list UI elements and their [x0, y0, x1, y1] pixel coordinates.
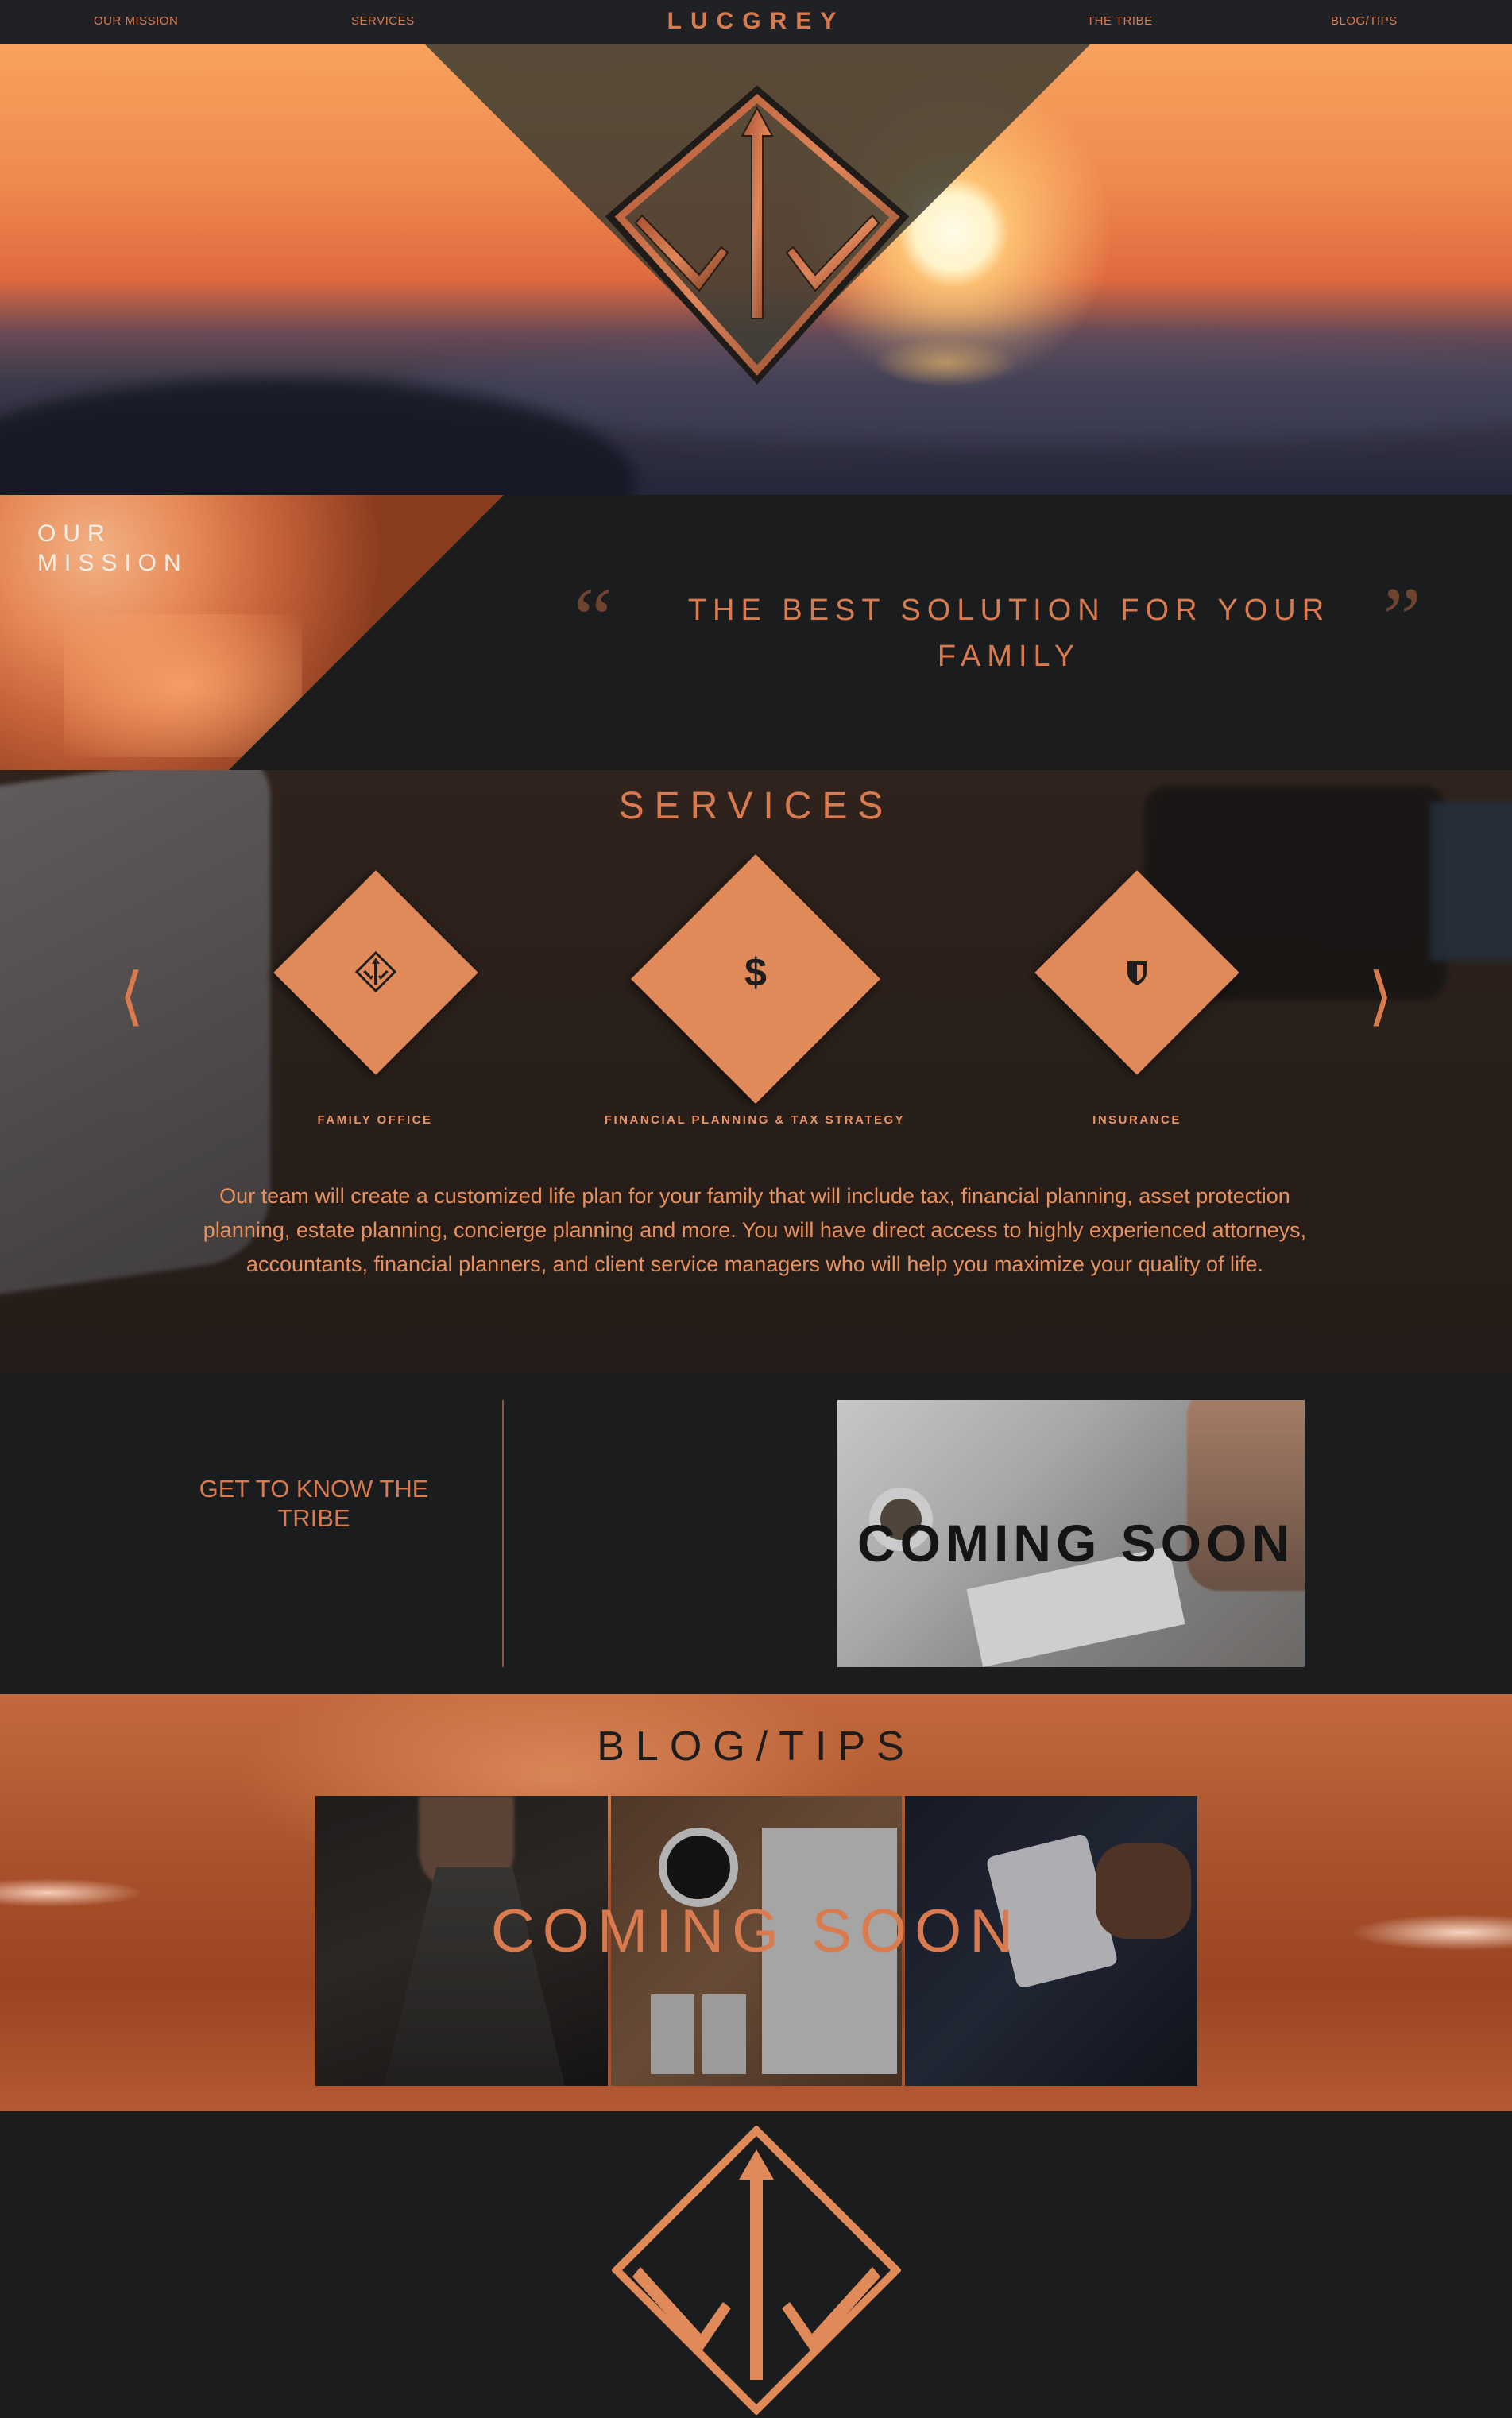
- blog-image-desk[interactable]: [611, 1796, 902, 2086]
- tribe-section: GET TO KNOW THE TRIBE COMING SOON: [0, 1374, 1512, 1694]
- blog-title: BLOG/TIPS: [597, 1724, 915, 1770]
- our-mission-section: OUR MISSION “ THE BEST SOLUTION FOR YOUR…: [0, 495, 1512, 770]
- brand-logo-text[interactable]: LUCGREY: [667, 8, 845, 34]
- shield-icon: [1121, 957, 1153, 988]
- section-divider: [502, 1400, 504, 1667]
- nav-blog-tips[interactable]: BLOG/TIPS: [1331, 14, 1398, 28]
- services-section: SERVICES ⟨ ⟩ FAMILY OFFICE $ FINANCIAL P…: [0, 770, 1512, 1374]
- mission-quote: THE BEST SOLUTION FOR YOUR FAMILY: [687, 594, 1331, 673]
- get-to-know-tribe-link[interactable]: GET TO KNOW THE TRIBE: [175, 1474, 453, 1533]
- close-quote-icon: ”: [1382, 570, 1421, 667]
- blog-photo-overlay-1: [315, 1796, 608, 2086]
- blog-photo-overlay-2: [611, 1796, 902, 2086]
- blog-tips-section: BLOG/TIPS COMING SOON: [0, 1694, 1512, 2111]
- open-quote-icon: “: [574, 570, 613, 667]
- service-label-family-office: FAMILY OFFICE: [317, 1113, 433, 1127]
- nav-services[interactable]: SERVICES: [351, 14, 415, 28]
- tribe-coming-soon-image: COMING SOON: [837, 1400, 1305, 1667]
- top-navigation: OUR MISSION SERVICES LUCGREY THE TRIBE B…: [0, 0, 1512, 44]
- carousel-next-arrow[interactable]: ⟩: [1368, 959, 1393, 1033]
- service-label-financial-planning: FINANCIAL PLANNING & TAX STRATEGY: [604, 1113, 906, 1127]
- hero-banner: [0, 44, 1512, 495]
- blog-image-suit[interactable]: [315, 1796, 608, 2086]
- footer-logo-icon: [612, 2126, 901, 2415]
- brand-container: LUCGREY: [0, 8, 1512, 35]
- footer: [0, 2111, 1512, 2418]
- mission-title: OUR MISSION: [37, 520, 188, 576]
- tribe-coming-soon-text: COMING SOON: [857, 1514, 1294, 1573]
- carousel-prev-arrow[interactable]: ⟨: [119, 959, 144, 1033]
- blog-photo-overlay-3: [905, 1796, 1197, 2086]
- service-label-insurance: INSURANCE: [1092, 1113, 1181, 1127]
- hero-logo-overlay: [425, 44, 1090, 385]
- nav-our-mission[interactable]: OUR MISSION: [94, 14, 178, 28]
- nav-the-tribe[interactable]: THE TRIBE: [1087, 14, 1153, 28]
- blog-image-tablet[interactable]: [905, 1796, 1197, 2086]
- dollar-icon: $: [744, 950, 767, 995]
- logo-icon: [352, 948, 400, 996]
- services-description: Our team will create a customized life p…: [203, 1184, 1307, 1276]
- services-title: SERVICES: [618, 785, 894, 827]
